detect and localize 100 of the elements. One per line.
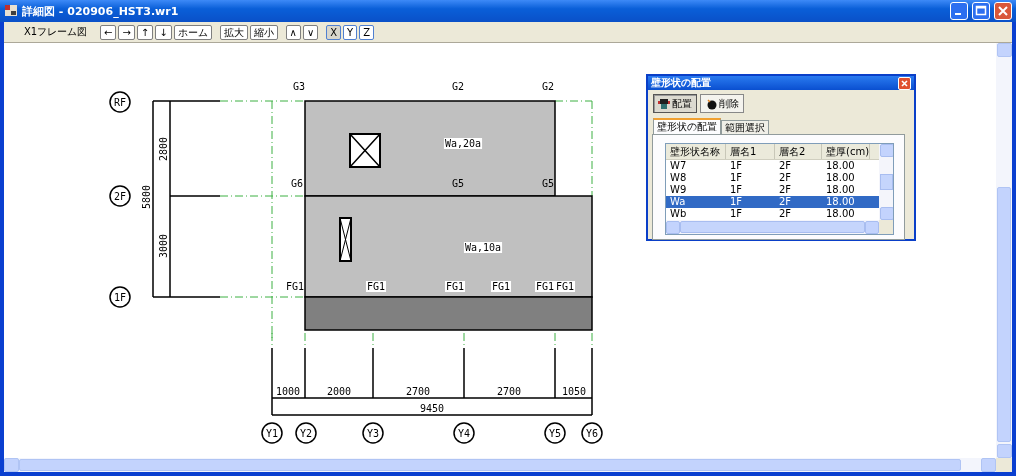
app-icon: [4, 2, 18, 17]
grid-line: [591, 332, 593, 348]
list-cell-text: 1F: [729, 160, 744, 172]
dimension-label: 2000: [326, 386, 352, 397]
level-marker: RF: [109, 91, 131, 113]
column-header[interactable]: 層名1: [726, 144, 775, 159]
grid-marker: Y3: [362, 422, 384, 444]
list-cell-text: 2F: [778, 196, 793, 208]
maximize-icon: [975, 5, 987, 16]
dimension-label: 1050: [561, 386, 587, 397]
toolbar-button[interactable]: ∨: [302, 24, 319, 40]
level-marker: 2F: [109, 185, 131, 207]
minimize-button[interactable]: [950, 2, 968, 20]
list-row[interactable]: W8 1F 2F 18.00: [666, 172, 879, 184]
place-button[interactable]: 配置: [653, 94, 697, 113]
beam-label: FG1: [365, 281, 387, 292]
dimension-label: 2800: [158, 136, 169, 162]
toolbar-button[interactable]: ↓: [155, 24, 172, 40]
grid-line: [554, 332, 556, 348]
beam-label: FG1: [444, 281, 466, 292]
beam-label: FG1: [490, 281, 512, 292]
toolbar-button[interactable]: X: [326, 24, 342, 40]
list-cell-text: 18.00: [825, 184, 856, 196]
vertical-scrollbar[interactable]: [996, 43, 1012, 458]
grid-line: [372, 332, 374, 348]
resize-grip[interactable]: [996, 458, 1012, 472]
list-cell-text: 2F: [778, 160, 793, 172]
beam-label: G2: [452, 81, 464, 92]
grid-marker: Y4: [453, 422, 475, 444]
bomb-icon: [705, 97, 717, 110]
crossed-box-icon: [349, 133, 381, 168]
beam-label: G6: [290, 178, 303, 189]
close-icon: [899, 77, 910, 89]
beam-label: G5: [452, 178, 464, 189]
dimension-label: 2700: [405, 386, 431, 397]
toolbar-button[interactable]: →: [118, 24, 135, 40]
list-cell-text: W8: [669, 172, 688, 184]
list-cell-text: 18.00: [825, 208, 856, 220]
window-title: 詳細図 - 020906_HST3.wr1: [22, 3, 180, 19]
list-row[interactable]: W9 1F 2F 18.00: [666, 184, 879, 196]
list-row[interactable]: Wa 1F 2F 18.00: [666, 196, 879, 208]
column-header[interactable]: 壁形状名称: [666, 144, 726, 159]
toolbar-button[interactable]: 縮小: [249, 24, 278, 40]
grid-line: [304, 332, 306, 348]
dimension-label: 1000: [275, 386, 301, 397]
list-cell-text: 18.00: [825, 172, 856, 184]
delete-button[interactable]: 削除: [700, 94, 744, 113]
list-cell-text: 2F: [778, 184, 793, 196]
dimension-label: 2700: [496, 386, 522, 397]
horizontal-scrollbar[interactable]: [666, 220, 879, 234]
list-cell-text: 1F: [729, 196, 744, 208]
list-cell-text: Wb: [669, 208, 688, 220]
dimension-label: 9450: [419, 403, 445, 414]
beam-label: G3: [293, 81, 305, 92]
crossed-box-icon: [339, 217, 352, 262]
list-row[interactable]: Wb 1F 2F 18.00: [666, 208, 879, 220]
grid-marker: Y1: [261, 422, 283, 444]
level-marker: 1F: [109, 286, 131, 308]
list-row[interactable]: W7 1F 2F 18.00: [666, 160, 879, 172]
scrollbar-corner: [879, 220, 893, 234]
view-label: X1フレーム図: [24, 25, 89, 39]
dimension-label: 3000: [158, 233, 169, 259]
robot-icon: [658, 97, 670, 110]
minimize-icon: [954, 13, 962, 15]
beam-label: FG1: [534, 281, 556, 292]
toolbar-button[interactable]: 拡大: [219, 24, 248, 40]
beam-label: FG1: [554, 281, 576, 292]
list-cell-text: 18.00: [825, 160, 856, 172]
wall-label: Wa,20a: [443, 138, 483, 149]
horizontal-scrollbar[interactable]: [4, 458, 996, 472]
beam-label: G5: [542, 178, 554, 189]
toolbar-button[interactable]: ホーム: [173, 24, 212, 40]
dialog-title: 壁形状の配置: [651, 76, 711, 90]
toolbar-button[interactable]: Z: [359, 24, 375, 40]
wall-label: Wa,10a: [463, 242, 503, 253]
column-header[interactable]: 層名2: [775, 144, 822, 159]
tab[interactable]: 壁形状の配置: [653, 118, 721, 134]
toolbar-button[interactable]: ←: [100, 24, 117, 40]
list-cell-text: 1F: [729, 172, 744, 184]
grid-marker: Y5: [544, 422, 566, 444]
close-button[interactable]: [994, 2, 1012, 20]
column-header[interactable]: 壁厚(cm): [822, 144, 870, 159]
toolbar-button[interactable]: Y: [343, 24, 358, 40]
list-cell-text: 18.00: [825, 196, 856, 208]
toolbar-button[interactable]: ↑: [136, 24, 154, 40]
list-cell-text: 2F: [778, 172, 793, 184]
vertical-scrollbar[interactable]: [879, 144, 893, 220]
list-cell-text: Wa: [669, 196, 687, 208]
tab[interactable]: 範囲選択: [721, 120, 769, 134]
toolbar-button[interactable]: ∧: [285, 24, 301, 40]
maximize-button[interactable]: [972, 2, 990, 20]
list-cell-text: 1F: [729, 208, 744, 220]
list-cell-text: 1F: [729, 184, 744, 196]
close-button[interactable]: [898, 76, 911, 90]
beam-label: FG1: [285, 281, 305, 292]
beam-label: G2: [542, 81, 554, 92]
list-cell-text: W9: [669, 184, 688, 196]
close-icon: [998, 6, 1008, 16]
grid-marker: Y6: [581, 422, 603, 444]
list-cell-text: 2F: [778, 208, 793, 220]
